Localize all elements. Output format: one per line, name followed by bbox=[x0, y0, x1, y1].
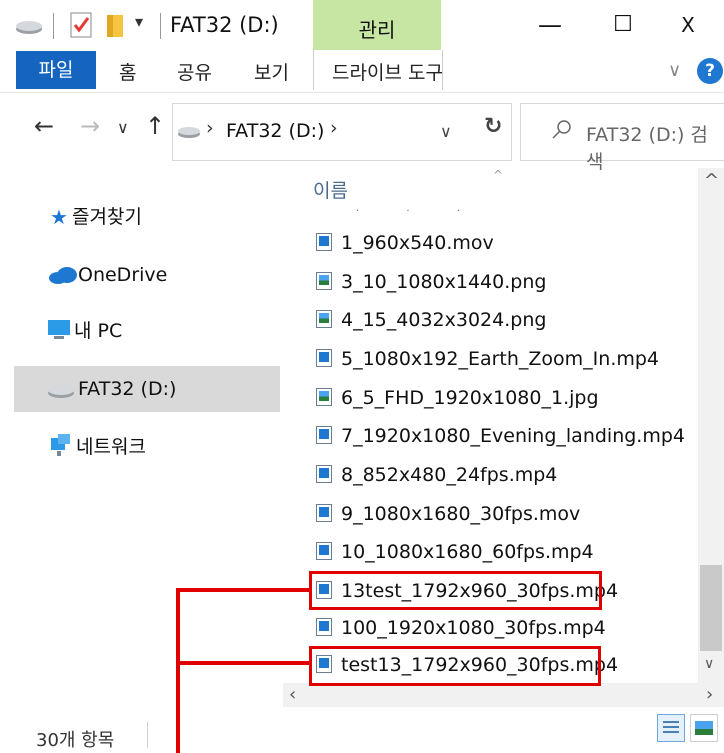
breadcrumb-drive[interactable]: FAT32 (D:) bbox=[226, 120, 324, 142]
forward-arrow-icon[interactable]: → bbox=[80, 112, 100, 140]
tab-share[interactable]: 공유 bbox=[177, 58, 212, 85]
column-header-name[interactable]: 이름 bbox=[313, 176, 348, 203]
address-dropdown-icon[interactable]: ∨ bbox=[440, 122, 452, 141]
pc-icon bbox=[48, 320, 70, 339]
list-item[interactable]: 4_15_4032x3024.png bbox=[316, 305, 546, 335]
new-folder-icon[interactable] bbox=[104, 10, 126, 40]
search-icon bbox=[552, 120, 571, 139]
annotation-connector-top bbox=[178, 588, 310, 592]
video-file-icon bbox=[316, 426, 332, 444]
image-file-icon bbox=[316, 388, 332, 406]
close-button[interactable]: X bbox=[668, 8, 708, 42]
sort-ascending-icon: ^ bbox=[493, 168, 504, 182]
large-icons-view-button[interactable] bbox=[690, 714, 718, 742]
search-placeholder: FAT32 (D:) 검색 bbox=[586, 124, 708, 173]
annotation-highlight-13test bbox=[309, 571, 602, 610]
nav-item-fat32[interactable]: FAT32 (D:) bbox=[78, 374, 176, 404]
maximize-button[interactable]: ☐ bbox=[603, 8, 643, 42]
video-file-icon bbox=[316, 233, 332, 251]
breadcrumb-separator: › bbox=[206, 117, 214, 139]
horizontal-scrollbar[interactable] bbox=[283, 683, 724, 707]
scroll-down-icon[interactable]: ∨ bbox=[704, 656, 714, 672]
qat-dropdown-icon[interactable]: ▾ bbox=[135, 12, 143, 31]
status-divider bbox=[147, 722, 148, 748]
scroll-left-icon[interactable]: ‹ bbox=[289, 684, 296, 705]
status-item-count: 30개 항목 bbox=[36, 730, 115, 751]
file-name: 1_960x540.mov bbox=[341, 232, 494, 254]
network-icon bbox=[51, 434, 70, 456]
video-file-icon bbox=[316, 465, 332, 483]
annotation-connector-vertical bbox=[176, 588, 180, 753]
truncated-row: · · · bbox=[356, 206, 482, 217]
up-arrow-icon[interactable]: ↑ bbox=[145, 112, 165, 140]
scroll-up-icon[interactable]: ^ bbox=[704, 170, 719, 191]
nav-item-network[interactable]: 네트워크 bbox=[76, 432, 146, 462]
tab-home[interactable]: 홈 bbox=[119, 58, 136, 85]
list-item[interactable]: 9_1080x1680_30fps.mov bbox=[316, 499, 580, 529]
file-name: 3_10_1080x1440.png bbox=[341, 271, 547, 293]
tab-view[interactable]: 보기 bbox=[254, 58, 289, 85]
nav-item-onedrive[interactable]: OneDrive bbox=[78, 260, 167, 290]
file-name: 4_15_4032x3024.png bbox=[341, 309, 547, 331]
file-name: 7_1920x1080_Evening_landing.mp4 bbox=[341, 425, 686, 447]
tab-manage[interactable]: 관리 bbox=[313, 0, 441, 50]
video-file-icon bbox=[316, 349, 332, 367]
details-view-button[interactable] bbox=[657, 714, 685, 742]
video-file-icon bbox=[316, 504, 332, 522]
address-bar[interactable] bbox=[172, 103, 512, 161]
drive-icon[interactable] bbox=[14, 14, 44, 38]
list-item[interactable]: 7_1920x1080_Evening_landing.mp4 bbox=[316, 421, 685, 451]
drive-nav-icon bbox=[48, 385, 74, 398]
navigation-pane bbox=[0, 168, 300, 708]
details-view-icon bbox=[663, 721, 679, 733]
drive-small-icon bbox=[178, 127, 200, 138]
qat-divider bbox=[53, 13, 54, 39]
back-arrow-icon[interactable]: ← bbox=[34, 112, 54, 140]
help-icon[interactable]: ? bbox=[697, 58, 723, 84]
video-file-icon bbox=[316, 618, 332, 636]
title-bar: ▾ FAT32 (D:) 관리 — ☐ X bbox=[0, 0, 724, 50]
recent-locations-icon[interactable]: ∨ bbox=[117, 118, 129, 137]
file-name: 100_1920x1080_30fps.mp4 bbox=[341, 617, 606, 639]
nav-item-this-pc[interactable]: 내 PC bbox=[74, 316, 122, 346]
large-icons-view-icon bbox=[695, 721, 713, 735]
image-file-icon bbox=[316, 272, 332, 290]
list-item[interactable]: 10_1080x1680_60fps.mp4 bbox=[316, 537, 594, 567]
list-item[interactable]: 1_960x540.mov bbox=[316, 228, 494, 258]
video-file-icon bbox=[316, 542, 332, 560]
tab-drive-tools[interactable]: 드라이브 도구 bbox=[332, 58, 443, 85]
title-divider bbox=[160, 13, 161, 39]
star-icon: ★ bbox=[50, 205, 68, 229]
file-name: 6_5_FHD_1920x1080_1.jpg bbox=[341, 387, 599, 409]
file-name: 8_852x480_24fps.mp4 bbox=[341, 464, 558, 486]
window-title: FAT32 (D:) bbox=[170, 13, 279, 37]
list-item[interactable]: 8_852x480_24fps.mp4 bbox=[316, 460, 557, 490]
vertical-scroll-thumb[interactable] bbox=[700, 565, 722, 651]
tab-file[interactable]: 파일 bbox=[16, 51, 96, 89]
file-name: 10_1080x1680_60fps.mp4 bbox=[341, 541, 594, 563]
properties-icon[interactable] bbox=[68, 10, 94, 40]
list-item[interactable]: 6_5_FHD_1920x1080_1.jpg bbox=[316, 383, 599, 413]
list-item[interactable]: 3_10_1080x1440.png bbox=[316, 267, 546, 297]
tab-manage-label: 관리 bbox=[358, 18, 396, 42]
refresh-icon[interactable]: ↻ bbox=[484, 114, 502, 139]
file-name: 9_1080x1680_30fps.mov bbox=[341, 503, 581, 525]
cloud-icon bbox=[49, 267, 77, 284]
image-file-icon bbox=[316, 310, 332, 328]
scroll-right-icon[interactable]: › bbox=[706, 684, 713, 705]
breadcrumb-separator-end[interactable]: › bbox=[330, 117, 338, 139]
annotation-connector-bottom bbox=[178, 661, 310, 665]
minimize-button[interactable]: — bbox=[530, 8, 570, 42]
annotation-highlight-test13 bbox=[309, 646, 601, 686]
file-name: 5_1080x192_Earth_Zoom_In.mp4 bbox=[341, 348, 660, 370]
list-item[interactable]: 5_1080x192_Earth_Zoom_In.mp4 bbox=[316, 344, 659, 374]
nav-item-favorites[interactable]: 즐겨찾기 bbox=[72, 202, 142, 232]
ribbon-expand-icon[interactable]: ∨ bbox=[668, 60, 681, 81]
list-item[interactable]: 100_1920x1080_30fps.mp4 bbox=[316, 613, 606, 643]
